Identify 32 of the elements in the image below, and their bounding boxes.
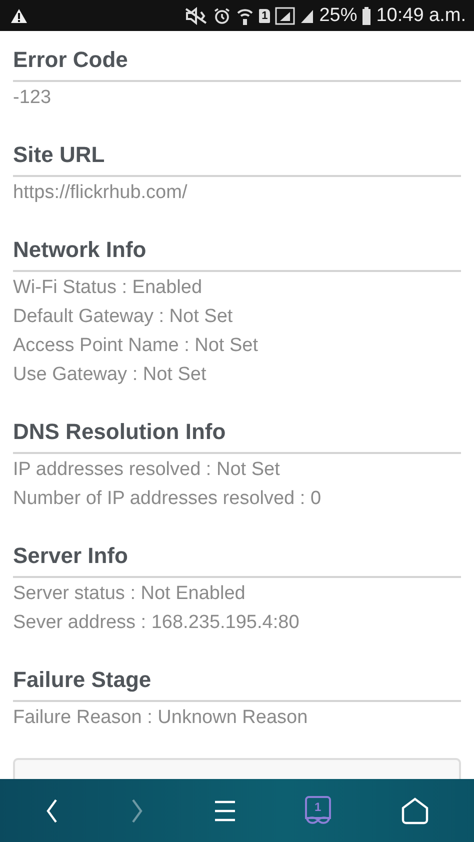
info-text: Use Gateway : Not Set xyxy=(13,363,208,387)
info-text: -123 xyxy=(13,86,52,110)
sim-badge: 1 xyxy=(259,8,270,22)
menu-icon xyxy=(214,798,236,822)
battery-percent: 25% xyxy=(319,4,358,26)
section-heading: Server Info xyxy=(13,541,461,578)
info-text: Sever address : 168.235.195.4:80 xyxy=(13,611,300,635)
wifi-icon xyxy=(236,6,254,24)
info-text: Default Gateway : Not Set xyxy=(13,305,234,329)
clock-time: 10:49 a.m. xyxy=(376,4,466,26)
info-text: Failure Reason : Unknown Reason xyxy=(13,706,309,730)
info-text: Access Point Name : Not Set xyxy=(13,334,259,358)
signal-icon xyxy=(300,8,314,24)
alarm-icon xyxy=(213,6,232,24)
info-text: Number of IP addresses resolved : 0 xyxy=(13,487,322,511)
section-heading: Site URL xyxy=(13,140,461,177)
section-heading: Failure Stage xyxy=(13,665,461,702)
tabs-button[interactable]: 1 xyxy=(300,792,335,830)
info-text: Wi-Fi Status : Enabled xyxy=(13,276,204,300)
info-text: Server status : Not Enabled xyxy=(13,582,246,606)
section-heading: Error Code xyxy=(13,45,461,82)
info-text: https://flickrhub.com/ xyxy=(13,181,188,205)
tab-count: 1 xyxy=(313,800,322,814)
battery-icon xyxy=(362,6,372,24)
section-heading: Network Info xyxy=(13,235,461,272)
info-text: IP addresses resolved : Not Set xyxy=(13,458,281,482)
section-heading: DNS Resolution Info xyxy=(13,417,461,454)
signal-icon xyxy=(275,6,296,24)
mute-icon xyxy=(184,6,208,24)
tabs-icon xyxy=(304,796,331,826)
home-icon xyxy=(400,796,430,824)
warning-icon xyxy=(10,8,28,24)
